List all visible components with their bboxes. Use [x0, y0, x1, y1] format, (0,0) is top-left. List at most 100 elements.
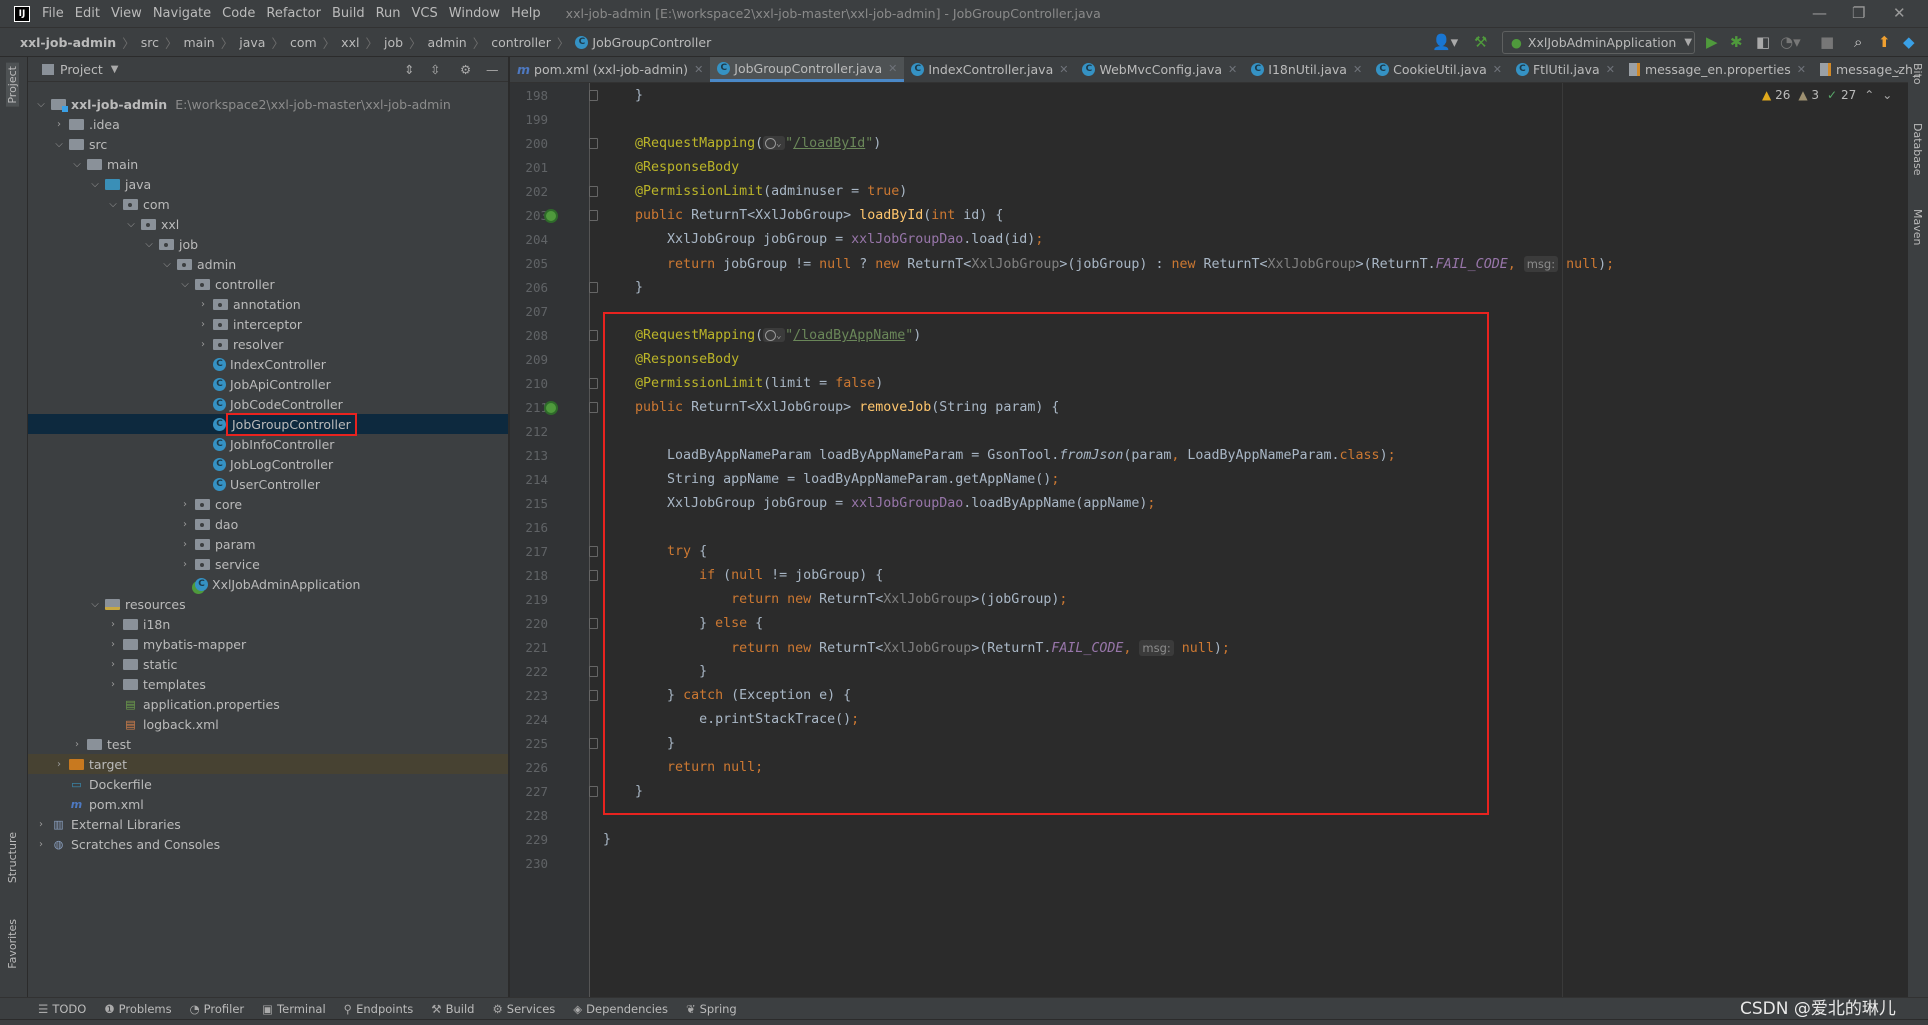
debug-icon[interactable]: ✱ [1730, 33, 1743, 51]
fold-marker-icon[interactable] [589, 90, 598, 101]
tab-close-icon[interactable]: ✕ [1606, 63, 1615, 76]
tool-problems[interactable]: ❶ Problems [104, 1002, 171, 1016]
menu-help[interactable]: Help [511, 6, 541, 21]
tab-close-icon[interactable]: ✕ [1797, 63, 1806, 76]
breadcrumb-item[interactable]: admin [428, 35, 467, 50]
tab-close-icon[interactable]: ✕ [1493, 63, 1502, 76]
tree-item-target[interactable]: › target [28, 754, 508, 774]
tree-item-jobinfocontroller[interactable]: C JobInfoController [28, 434, 508, 454]
url-globe-icon[interactable] [763, 132, 786, 156]
tab-jobgroupcontroller-java[interactable]: C JobGroupController.java ✕ [710, 57, 905, 82]
tab-cookieutil-java[interactable]: C CookieUtil.java ✕ [1369, 57, 1509, 82]
tool-endpoints[interactable]: ⚲ Endpoints [344, 1002, 414, 1016]
endpoint-globe-icon[interactable] [544, 209, 558, 223]
tool-profiler[interactable]: ◔ Profiler [190, 1002, 245, 1016]
tree-item-com[interactable]: ⌵ com [28, 194, 508, 214]
close-icon[interactable]: ✕ [1893, 4, 1906, 22]
tab-close-icon[interactable]: ✕ [1059, 63, 1068, 76]
chevron-down-icon[interactable]: ⌵ [124, 219, 138, 230]
tree-item-application-properties[interactable]: ▤ application.properties [28, 694, 508, 714]
chevron-right-icon[interactable]: › [106, 659, 120, 670]
chevron-right-icon[interactable]: › [52, 759, 66, 770]
fold-marker-icon[interactable] [589, 570, 598, 581]
tree-item-xxljobadminapplication[interactable]: C XxlJobAdminApplication [28, 574, 508, 594]
fold-marker-icon[interactable] [589, 546, 598, 557]
chevron-down-icon[interactable]: ⌵ [106, 199, 120, 210]
chevron-down-icon[interactable]: ⌵ [88, 599, 102, 610]
endpoint-globe-icon[interactable] [544, 401, 558, 415]
tab-i18nutil-java[interactable]: C I18nUtil.java ✕ [1244, 57, 1369, 82]
profile-icon[interactable]: ◔▾ [1780, 33, 1801, 51]
chevron-down-icon[interactable]: ⌵ [178, 279, 192, 290]
structure-tool-button[interactable]: Structure [6, 832, 19, 883]
tree-item-interceptor[interactable]: › interceptor [28, 314, 508, 334]
tree-item-main[interactable]: ⌵ main [28, 154, 508, 174]
menu-edit[interactable]: Edit [75, 6, 100, 21]
project-tool-button[interactable]: Project [6, 63, 19, 107]
chevron-down-icon[interactable]: ⌵ [70, 159, 84, 170]
breadcrumb-item[interactable]: java [239, 35, 265, 50]
next-highlight-icon[interactable]: ⌄ [1882, 88, 1892, 102]
vcs-user-icon[interactable]: 👤▾ [1432, 33, 1458, 51]
chevron-right-icon[interactable]: › [34, 819, 48, 830]
tab-close-icon[interactable]: ✕ [694, 63, 703, 76]
tree-item-core[interactable]: › core [28, 494, 508, 514]
chevron-right-icon[interactable]: › [106, 639, 120, 650]
tree-item-external-libraries[interactable]: › ▥ External Libraries [28, 814, 508, 834]
tab-close-icon[interactable]: ✕ [888, 62, 897, 75]
tree-item-scratches-and-consoles[interactable]: › ◍ Scratches and Consoles [28, 834, 508, 854]
tree-item-templates[interactable]: › templates [28, 674, 508, 694]
menu-view[interactable]: View [111, 6, 142, 21]
fold-marker-icon[interactable] [589, 210, 598, 221]
chevron-down-icon[interactable]: ⌵ [142, 239, 156, 250]
chevron-down-icon[interactable]: ⌵ [52, 139, 66, 150]
tree-item-logback-xml[interactable]: ▤ logback.xml [28, 714, 508, 734]
restore-icon[interactable]: ❐ [1852, 4, 1865, 22]
tab-message-zh-[interactable]: message_zh_ [1813, 57, 1926, 82]
fold-marker-icon[interactable] [589, 282, 598, 293]
menu-vcs[interactable]: VCS [412, 6, 438, 21]
tab-pom-xml-xxl-job-admin-[interactable]: m pom.xml (xxl-job-admin) ✕ [510, 57, 710, 82]
tree-item-mybatis-mapper[interactable]: › mybatis-mapper [28, 634, 508, 654]
stop-icon[interactable]: ■ [1820, 33, 1834, 51]
breadcrumb-item[interactable]: xxl [341, 35, 359, 50]
build-hammer-icon[interactable]: ⚒ [1474, 33, 1487, 51]
fold-marker-icon[interactable] [589, 138, 598, 149]
fold-marker-icon[interactable] [589, 402, 598, 413]
project-panel-title[interactable]: Project [60, 62, 103, 77]
breadcrumb-item[interactable]: xxl-job-admin [20, 35, 116, 50]
tree-item-dao[interactable]: › dao [28, 514, 508, 534]
fold-marker-icon[interactable] [589, 786, 598, 797]
collapse-all-icon[interactable]: ⇳ [430, 62, 440, 77]
chevron-down-icon[interactable]: ⌵ [160, 259, 174, 270]
chevron-right-icon[interactable]: › [106, 679, 120, 690]
chevron-right-icon[interactable]: › [196, 299, 210, 310]
run-icon[interactable]: ▶ [1706, 33, 1718, 51]
fold-marker-icon[interactable] [589, 738, 598, 749]
tree-item-usercontroller[interactable]: C UserController [28, 474, 508, 494]
tree-item-xxl[interactable]: ⌵ xxl [28, 214, 508, 234]
expand-all-icon[interactable]: ⇕ [404, 62, 414, 77]
breadcrumb-item[interactable]: main [183, 35, 214, 50]
favorites-tool-button[interactable]: Favorites [6, 919, 19, 969]
maven-tool-button[interactable]: Maven [1911, 209, 1924, 245]
menu-refactor[interactable]: Refactor [266, 6, 321, 21]
menu-navigate[interactable]: Navigate [153, 6, 211, 21]
menu-file[interactable]: File [42, 6, 64, 21]
tree-item-job[interactable]: ⌵ job [28, 234, 508, 254]
breadcrumb-item[interactable]: JobGroupController [592, 35, 711, 50]
tab-close-icon[interactable]: ✕ [1353, 63, 1362, 76]
chevron-right-icon[interactable]: › [34, 839, 48, 850]
menu-code[interactable]: Code [222, 6, 255, 21]
tree-item-src[interactable]: ⌵ src [28, 134, 508, 154]
fold-marker-icon[interactable] [589, 186, 598, 197]
chevron-right-icon[interactable]: › [106, 619, 120, 630]
chevron-right-icon[interactable]: › [178, 539, 192, 550]
tree-item-resolver[interactable]: › resolver [28, 334, 508, 354]
warnings-count[interactable]: ▲ 26 [1762, 88, 1790, 102]
tree-item-static[interactable]: › static [28, 654, 508, 674]
tree-item-admin[interactable]: ⌵ admin [28, 254, 508, 274]
typos-count[interactable]: ✓ 27 [1827, 88, 1856, 102]
gear-icon[interactable]: ⚙ [460, 62, 471, 77]
tree-item-jobgroupcontroller[interactable]: C JobGroupController [28, 412, 508, 436]
